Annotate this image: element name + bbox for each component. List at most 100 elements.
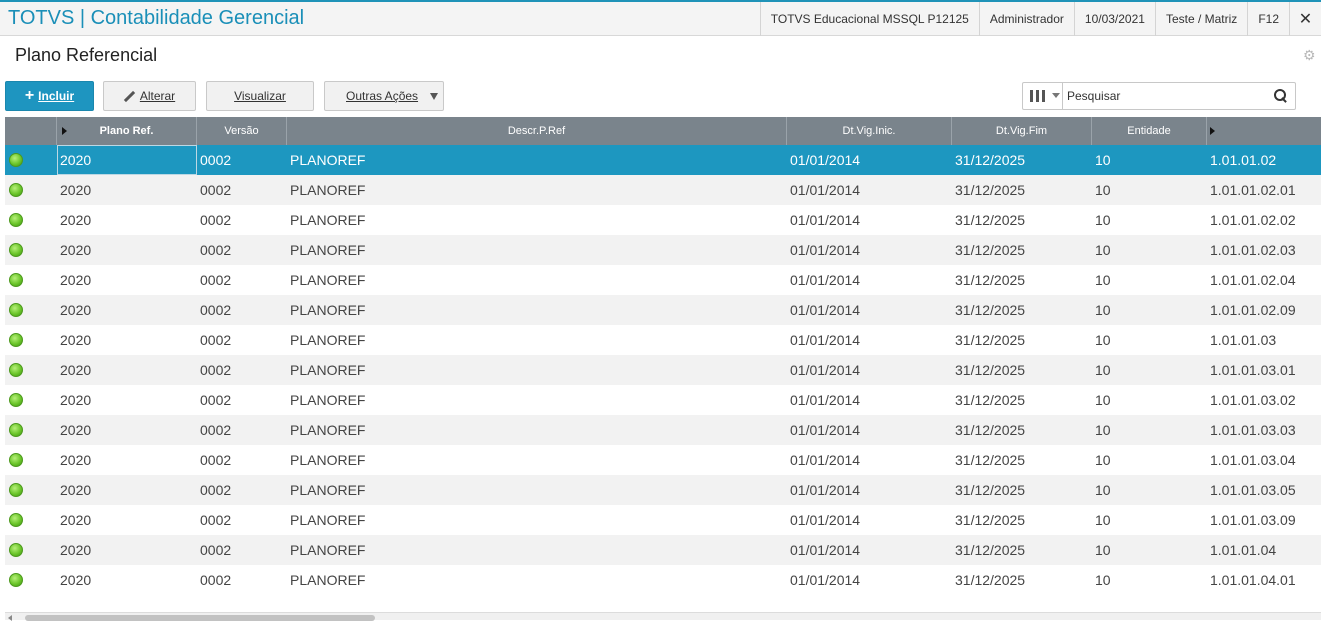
cell-descr: PLANOREF: [290, 482, 366, 498]
cell-conta: 1.01.01.03.03: [1210, 422, 1296, 438]
cell-plano: 2020: [60, 512, 92, 528]
gear-icon[interactable]: ⚙: [1303, 48, 1317, 62]
cell-entidade: 10: [1095, 422, 1111, 438]
header-versao[interactable]: Versão: [197, 117, 287, 145]
branch-label[interactable]: Teste / Matriz: [1154, 2, 1247, 36]
cell-entidade: 10: [1095, 242, 1111, 258]
table-row[interactable]: 2020 0002 PLANOREF 01/01/2014 31/12/2025 10 1.…: [5, 235, 1321, 265]
cell-fim: 31/12/2025: [955, 152, 1026, 168]
cell-inic: 01/01/2014: [790, 272, 861, 288]
table-row[interactable]: 2020 0002 PLANOREF 01/01/2014 31/12/2025 10 1.…: [5, 505, 1321, 535]
cell-conta: 1.01.01.04: [1210, 542, 1277, 558]
header-dt-vig-inic[interactable]: Dt.Vig.Inic.: [787, 117, 952, 145]
search-icon[interactable]: [1274, 89, 1287, 102]
cell-entidade: 10: [1095, 512, 1111, 528]
table-row[interactable]: 2020 0002 PLANOREF 01/01/2014 31/12/2025 10 1.…: [5, 535, 1321, 565]
cell-inic: 01/01/2014: [790, 392, 861, 408]
header-more[interactable]: [1207, 117, 1321, 145]
cell-plano: 2020: [60, 152, 92, 168]
status-green-icon: [9, 573, 23, 587]
cell-fim: 31/12/2025: [955, 392, 1026, 408]
table-row[interactable]: 2020 0002 PLANOREF 01/01/2014 31/12/2025 10 1.…: [5, 295, 1321, 325]
table-row[interactable]: 2020 0002 PLANOREF 01/01/2014 31/12/2025 10 1.…: [5, 415, 1321, 445]
table-row[interactable]: 2020 0002 PLANOREF 01/01/2014 31/12/2025 10 1.…: [5, 205, 1321, 235]
cell-versao: 0002: [200, 542, 232, 558]
cell-plano: 2020: [60, 362, 92, 378]
cell-inic: 01/01/2014: [790, 542, 861, 558]
cell-inic: 01/01/2014: [790, 212, 861, 228]
cell-inic: 01/01/2014: [790, 422, 861, 438]
pencil-icon: [124, 91, 135, 102]
date-label[interactable]: 10/03/2021: [1073, 2, 1155, 36]
cell-plano: 2020: [60, 482, 92, 498]
table-row[interactable]: 2020 0002 PLANOREF 01/01/2014 31/12/2025 10 1.…: [5, 145, 1321, 175]
header-dt-vig-fim[interactable]: Dt.Vig.Fim: [952, 117, 1092, 145]
cell-conta: 1.01.01.03: [1210, 332, 1277, 348]
cell-conta: 1.01.01.02.03: [1210, 242, 1296, 258]
outras-acoes-button[interactable]: Outras Ações: [324, 81, 444, 111]
cell-descr: PLANOREF: [290, 242, 366, 258]
table-row[interactable]: 2020 0002 PLANOREF 01/01/2014 31/12/2025 10 1.…: [5, 175, 1321, 205]
header-descr[interactable]: Descr.P.Ref: [287, 117, 787, 145]
cell-descr: PLANOREF: [290, 572, 366, 588]
cell-conta: 1.01.01.02.09: [1210, 302, 1296, 318]
search-input[interactable]: [1067, 87, 1257, 105]
environment-label[interactable]: TOTVS Educacional MSSQL P12125: [759, 2, 979, 36]
cell-conta: 1.01.01.03.01: [1210, 362, 1296, 378]
cell-plano: 2020: [60, 212, 92, 228]
cell-conta: 1.01.01.03.05: [1210, 482, 1296, 498]
table-row[interactable]: 2020 0002 PLANOREF 01/01/2014 31/12/2025 10 1.…: [5, 445, 1321, 475]
cell-fim: 31/12/2025: [955, 362, 1026, 378]
table-row[interactable]: 2020 0002 PLANOREF 01/01/2014 31/12/2025 10 1.…: [5, 565, 1321, 595]
cell-conta: 1.01.01.03.09: [1210, 512, 1296, 528]
header-entidade[interactable]: Entidade: [1092, 117, 1207, 145]
cell-conta: 1.01.01.02.02: [1210, 212, 1296, 228]
cell-fim: 31/12/2025: [955, 242, 1026, 258]
help-button[interactable]: F12: [1247, 2, 1289, 36]
cell-fim: 31/12/2025: [955, 452, 1026, 468]
status-green-icon: [9, 213, 23, 227]
header-plano-ref[interactable]: Plano Ref.: [57, 117, 197, 145]
cell-inic: 01/01/2014: [790, 332, 861, 348]
cell-fim: 31/12/2025: [955, 212, 1026, 228]
close-icon[interactable]: ✕: [1289, 2, 1321, 36]
user-label[interactable]: Administrador: [978, 2, 1074, 36]
chevron-down-icon: [430, 93, 438, 100]
app-title: TOTVS | Contabilidade Gerencial: [8, 7, 305, 29]
status-green-icon: [9, 513, 23, 527]
cell-plano: 2020: [60, 302, 92, 318]
columns-icon: [1030, 90, 1045, 102]
cell-inic: 01/01/2014: [790, 572, 861, 588]
status-green-icon: [9, 453, 23, 467]
table-row[interactable]: 2020 0002 PLANOREF 01/01/2014 31/12/2025 10 1.…: [5, 325, 1321, 355]
cell-descr: PLANOREF: [290, 182, 366, 198]
cell-entidade: 10: [1095, 482, 1111, 498]
search-box: [1022, 82, 1296, 110]
cell-descr: PLANOREF: [290, 212, 366, 228]
horizontal-scrollbar[interactable]: [5, 612, 1321, 621]
column-selector-button[interactable]: [1023, 83, 1063, 109]
status-green-icon: [9, 243, 23, 257]
cell-entidade: 10: [1095, 212, 1111, 228]
status-green-icon: [9, 393, 23, 407]
alterar-label: Alterar: [139, 89, 176, 103]
scrollbar-thumb[interactable]: [25, 615, 375, 621]
table-row[interactable]: 2020 0002 PLANOREF 01/01/2014 31/12/2025 10 1.…: [5, 355, 1321, 385]
cell-fim: 31/12/2025: [955, 482, 1026, 498]
visualizar-button[interactable]: Visualizar: [206, 81, 314, 111]
alterar-button[interactable]: Alterar: [103, 81, 196, 111]
incluir-label: Incluir: [38, 89, 75, 103]
scroll-left-icon[interactable]: [8, 615, 12, 621]
status-green-icon: [9, 483, 23, 497]
table-row[interactable]: 2020 0002 PLANOREF 01/01/2014 31/12/2025 10 1.…: [5, 475, 1321, 505]
cell-versao: 0002: [200, 362, 232, 378]
incluir-button[interactable]: + Incluir: [5, 81, 94, 111]
table-row[interactable]: 2020 0002 PLANOREF 01/01/2014 31/12/2025 10 1.…: [5, 385, 1321, 415]
cell-versao: 0002: [200, 392, 232, 408]
table-row[interactable]: 2020 0002 PLANOREF 01/01/2014 31/12/2025 10 1.…: [5, 265, 1321, 295]
outras-acoes-label: Outras Ações: [346, 89, 419, 103]
header-status: [5, 117, 57, 145]
cell-descr: PLANOREF: [290, 272, 366, 288]
cell-inic: 01/01/2014: [790, 482, 861, 498]
grid-header: Plano Ref. Versão Descr.P.Ref Dt.Vig.Ini…: [5, 117, 1321, 145]
